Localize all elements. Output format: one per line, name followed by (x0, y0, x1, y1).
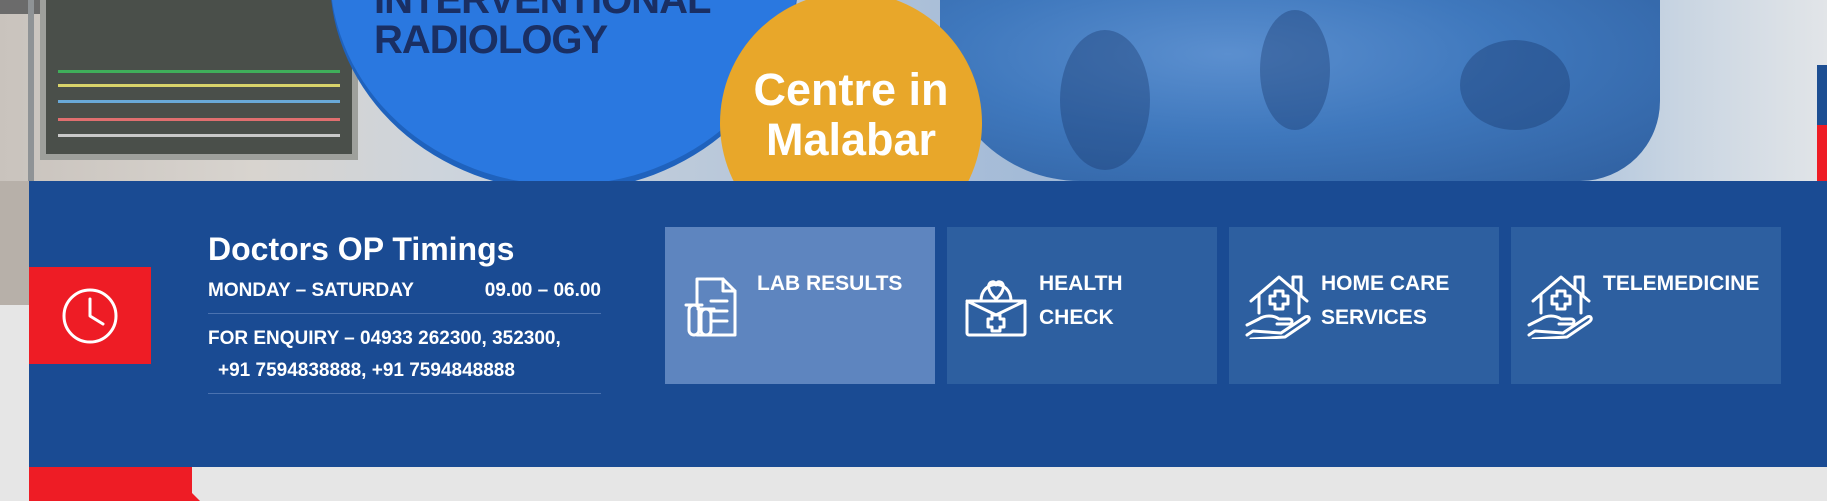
enquiry-line1: FOR ENQUIRY – 04933 262300, 352300, (208, 328, 561, 349)
health-check-label: HEALTH CHECK (1039, 267, 1123, 384)
telemedicine-label: TELEMEDICINE (1603, 267, 1759, 384)
home-care-label: HOME CARE SERVICES (1321, 267, 1449, 384)
tile-label-line1: HOME CARE (1321, 272, 1450, 295)
banner-text-line2: RADIOLOGY (374, 18, 608, 62)
home-care-tile[interactable]: HOME CARE SERVICES (1229, 227, 1499, 384)
tile-label-line1: LAB RESULTS (757, 272, 903, 295)
tile-label-line2: SERVICES (1321, 306, 1427, 329)
health-check-icon (965, 280, 1027, 337)
social-link-facebook[interactable] (1817, 65, 1827, 125)
lab-results-tile[interactable]: LAB RESULTS (665, 227, 935, 384)
lab-results-icon (684, 277, 737, 337)
clock-icon (62, 288, 118, 343)
telemedicine-tile[interactable]: TELEMEDICINE (1511, 227, 1781, 384)
service-tiles: LAB RESULTS HEALTH CHECK HOME CARE SERVI… (665, 227, 1781, 384)
health-check-tile[interactable]: HEALTH CHECK (947, 227, 1217, 384)
op-hours-row: MONDAY – SATURDAY 09.00 – 06.00 (208, 271, 601, 314)
telemedicine-icon (1527, 275, 1593, 339)
op-timings-heading: Doctors OP Timings (208, 231, 515, 267)
tile-label-line1: HEALTH (1039, 272, 1123, 295)
social-link-youtube[interactable] (1817, 125, 1827, 185)
lab-results-label: LAB RESULTS (757, 267, 902, 384)
op-days: MONDAY – SATURDAY (208, 280, 414, 301)
tile-label-line1: TELEMEDICINE (1603, 272, 1760, 295)
enquiry-line2: +91 7594838888, +91 7594848888 (218, 360, 515, 381)
enquiry-row: FOR ENQUIRY – 04933 262300, 352300, +91 … (208, 314, 601, 394)
banner-orange-line1: Centre in (753, 64, 949, 115)
background-monitor (40, 0, 358, 160)
info-panel: Doctors OP Timings MONDAY – SATURDAY 09.… (29, 181, 1827, 467)
op-hours: 09.00 – 06.00 (484, 280, 601, 301)
clock-box (29, 267, 151, 364)
left-edge-image (0, 181, 29, 305)
banner-orange-line2: Malabar (765, 114, 937, 165)
op-timings: Doctors OP Timings MONDAY – SATURDAY 09.… (208, 227, 601, 394)
doctor-gown-image (940, 0, 1660, 181)
home-care-icon (1245, 275, 1311, 339)
bottom-red-accent (29, 467, 200, 501)
tile-label-line2: CHECK (1039, 306, 1114, 329)
